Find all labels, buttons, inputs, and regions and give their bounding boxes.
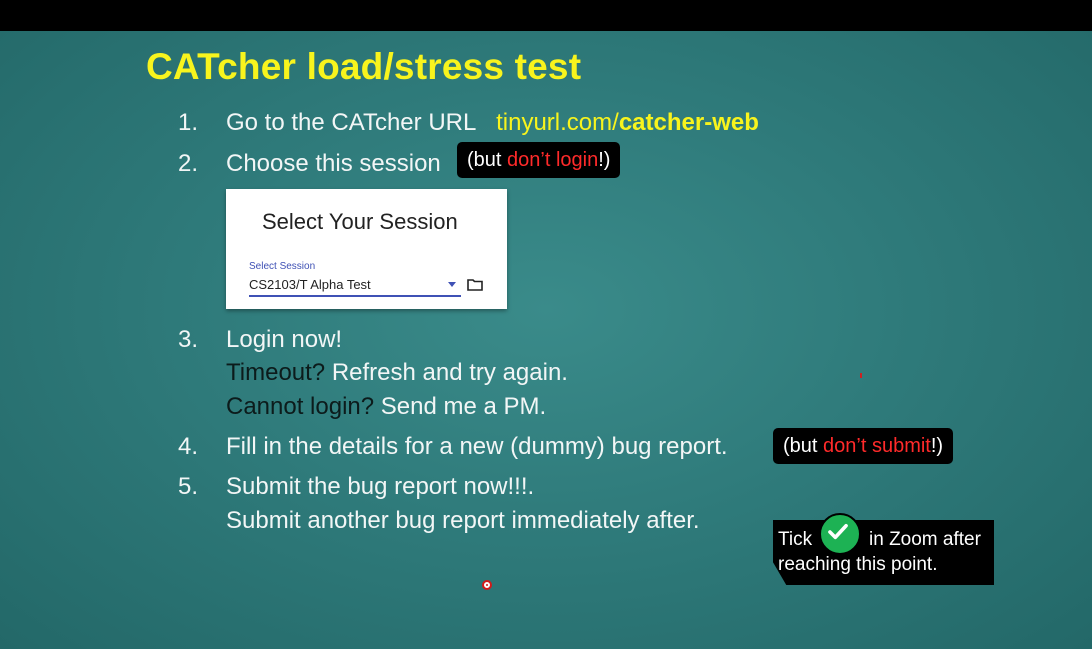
step-1-label: Go to the CATcher URL <box>226 109 476 136</box>
step-3-sub-1: Timeout? Refresh and try again. <box>226 359 568 387</box>
dropdown-arrow-icon[interactable] <box>448 282 456 287</box>
callout-text-3: reaching this point. <box>778 554 938 575</box>
step-2-note: (but don’t login!) <box>457 142 621 178</box>
timeout-advice: Refresh and try again. <box>325 359 568 386</box>
step-2-text: Choose this session <box>226 150 441 177</box>
session-dropdown-underline <box>249 295 461 297</box>
timeout-question: Timeout? <box>226 359 326 386</box>
step-3-number: 3. <box>178 326 199 353</box>
callout-text-2: in Zoom after <box>869 529 981 550</box>
top-black-bar <box>0 0 1092 31</box>
url-prefix: tinyurl.com/ <box>496 109 619 136</box>
checkmark-icon <box>819 513 861 555</box>
cannot-login-advice: Send me a PM. <box>374 393 547 420</box>
folder-icon[interactable] <box>467 278 483 291</box>
step-4-text: Fill in the details for a new (dummy) bu… <box>226 433 728 460</box>
stray-mark <box>860 373 862 378</box>
note-close: !) <box>930 435 944 457</box>
presentation-slide: CATcher load/stress test 1. Go to the CA… <box>0 31 1092 649</box>
url-bold: catcher-web <box>618 109 759 136</box>
step-4-number: 4. <box>178 433 199 460</box>
step-3-sub-2: Cannot login? Send me a PM. <box>226 393 546 421</box>
note-red-text: don’t login <box>507 149 599 171</box>
session-card-title: Select Your Session <box>262 209 458 234</box>
note-open: (but <box>783 435 824 457</box>
step-5-number: 5. <box>178 473 199 500</box>
step-1-number: 1. <box>178 109 199 136</box>
note-red-text: don’t submit <box>823 435 931 457</box>
catcher-url-link[interactable]: tinyurl.com/catcher-web <box>496 109 759 136</box>
step-3-text: Login now! <box>226 326 343 353</box>
cannot-login-question: Cannot login? <box>226 393 375 420</box>
note-close: !) <box>598 149 611 171</box>
callout-text-1: Tick <box>778 529 813 550</box>
step-5-text: Submit the bug report now!!!. <box>226 473 535 500</box>
step-4-note: (but don’t submit!) <box>773 428 954 464</box>
step-5-sub: Submit another bug report immediately af… <box>226 507 700 534</box>
slide-title: CATcher load/stress test <box>146 46 582 87</box>
session-select-card: Select Your Session Select Session CS210… <box>226 189 507 309</box>
note-open: (but <box>467 149 508 171</box>
step-1-text: Go to the CATcher URL tinyurl.com/catche… <box>226 109 759 137</box>
session-field-label: Select Session <box>249 261 316 272</box>
laser-pointer-icon <box>482 580 492 590</box>
step-2-number: 2. <box>178 150 199 177</box>
session-dropdown[interactable]: CS2103/T Alpha Test <box>249 277 371 292</box>
